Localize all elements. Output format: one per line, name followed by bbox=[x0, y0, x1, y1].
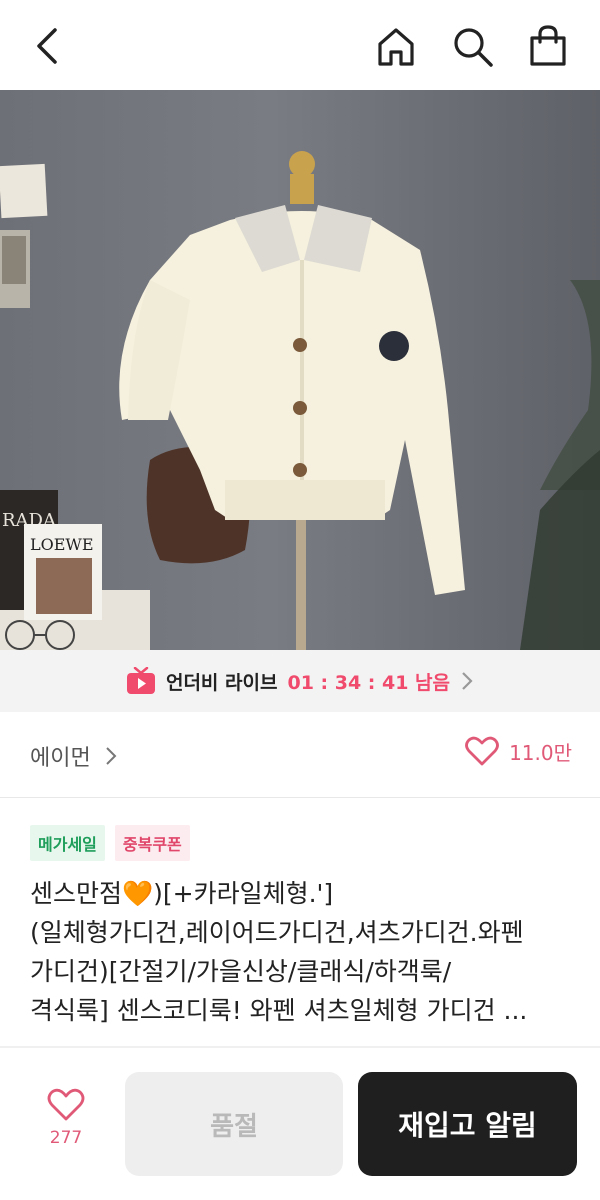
cart-button[interactable] bbox=[524, 22, 572, 70]
double-coupon-badge: 중복쿠폰 bbox=[114, 825, 190, 861]
chevron-right-icon bbox=[106, 747, 117, 765]
heart-icon bbox=[465, 736, 499, 766]
live-label: 언더비 라이브 bbox=[165, 671, 278, 694]
home-button[interactable] bbox=[372, 22, 420, 70]
search-icon bbox=[454, 28, 493, 67]
wishlist-count: 277 bbox=[49, 1128, 83, 1148]
badge-row: 메가세일 중복쿠폰 bbox=[30, 825, 190, 861]
bottom-action-bar: 277 품절 재입고 알림 bbox=[0, 1050, 600, 1200]
shop-row: 에이먼 11.0만 bbox=[0, 712, 600, 798]
shop-like-button[interactable]: 11.0만 bbox=[465, 736, 572, 766]
top-navigation-bar bbox=[0, 0, 600, 90]
mega-sale-badge: 메가세일 bbox=[30, 825, 105, 861]
product-title: 센스만점🧡)[+카라일체형.'] (일체형가디건,레이어드가디건,셔츠가디건.와… bbox=[30, 874, 575, 1030]
shop-name: 에이먼 bbox=[30, 746, 91, 771]
shop-like-count: 11.0만 bbox=[509, 740, 572, 765]
product-title-line: (일체형가디건,레이어드가디건,셔츠가디건.와펜 bbox=[30, 918, 524, 947]
back-button[interactable] bbox=[24, 22, 72, 70]
product-image-gallery[interactable]: RADA LOEWE bbox=[0, 90, 600, 650]
chevron-left-icon bbox=[37, 28, 57, 64]
product-title-line: 센스만점🧡)[+카라일체형.'] bbox=[30, 879, 334, 908]
restock-alert-button[interactable]: 재입고 알림 bbox=[358, 1072, 577, 1176]
soldout-button[interactable]: 품절 bbox=[125, 1072, 343, 1176]
shopping-bag-icon bbox=[530, 25, 566, 66]
product-title-line: 격식룩] 센스코디룩! 와펜 셔츠일체형 가디건 ... bbox=[30, 996, 528, 1025]
home-icon bbox=[378, 28, 414, 66]
search-button[interactable] bbox=[448, 22, 496, 70]
divider bbox=[0, 1046, 600, 1048]
live-banner[interactable]: 언더비 라이브 01 : 34 : 41 남음 bbox=[0, 650, 600, 712]
poster-text: LOEWE bbox=[30, 535, 94, 554]
wishlist-button[interactable]: 277 bbox=[36, 1088, 96, 1148]
chevron-right-icon bbox=[462, 672, 473, 690]
live-countdown: 01 : 34 : 41 남음 bbox=[287, 671, 451, 694]
product-image: RADA LOEWE bbox=[0, 151, 600, 650]
shop-link[interactable]: 에이먼 bbox=[30, 740, 117, 772]
product-title-line: 가디건)[간절기/가을신상/클래식/하객룩/ bbox=[30, 957, 452, 986]
heart-icon bbox=[47, 1088, 85, 1121]
live-tv-icon bbox=[126, 667, 155, 694]
